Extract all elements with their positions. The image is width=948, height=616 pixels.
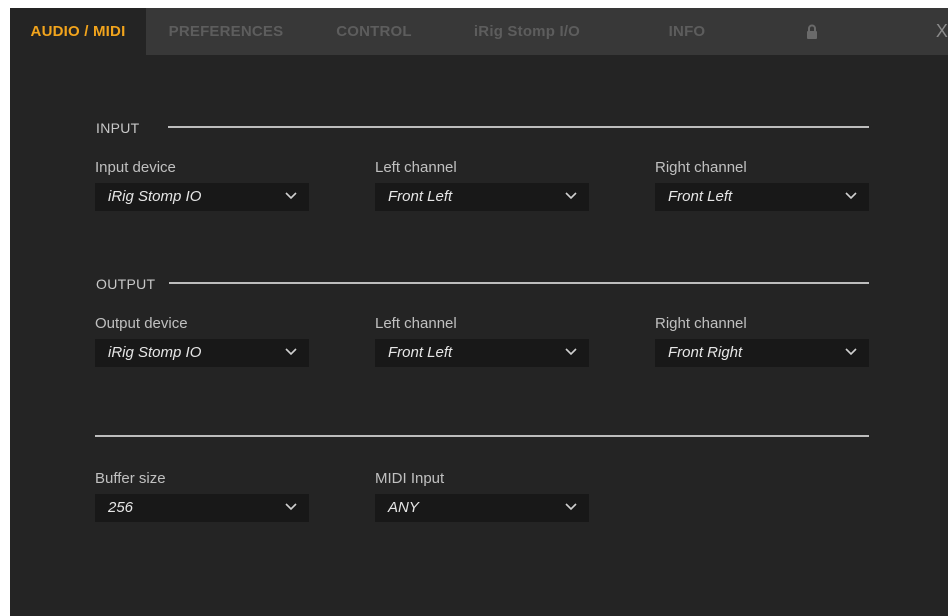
buffer-size-label: Buffer size: [95, 470, 166, 487]
input-right-channel-select[interactable]: Front Left: [655, 183, 869, 211]
input-right-channel-label: Right channel: [655, 159, 747, 176]
close-button[interactable]: X: [922, 8, 948, 55]
midi-input-label: MIDI Input: [375, 470, 445, 487]
chevron-down-icon: [565, 503, 577, 511]
buffer-size-select[interactable]: 256: [95, 494, 309, 522]
chevron-down-icon: [285, 192, 297, 200]
midi-input-value: ANY: [388, 499, 419, 516]
tab-preferences[interactable]: PREFERENCES: [146, 8, 306, 55]
tab-lock[interactable]: [762, 8, 862, 55]
input-left-channel-select[interactable]: Front Left: [375, 183, 589, 211]
input-left-channel-value: Front Left: [388, 188, 453, 205]
input-device-select[interactable]: iRig Stomp IO: [95, 183, 309, 211]
input-left-channel-label: Left channel: [375, 159, 457, 176]
input-device-value: iRig Stomp IO: [108, 188, 202, 205]
output-right-channel-label: Right channel: [655, 315, 747, 332]
chevron-down-icon: [285, 348, 297, 356]
input-right-channel-value: Front Left: [668, 188, 733, 205]
buffer-size-value: 256: [108, 499, 134, 516]
output-left-channel-select[interactable]: Front Left: [375, 339, 589, 367]
general-section-divider: [95, 435, 869, 437]
chevron-down-icon: [565, 348, 577, 356]
chevron-down-icon: [845, 192, 857, 200]
chevron-down-icon: [565, 192, 577, 200]
chevron-down-icon: [285, 503, 297, 511]
input-section-divider: [168, 126, 869, 128]
output-device-select[interactable]: iRig Stomp IO: [95, 339, 309, 367]
output-right-channel-select[interactable]: Front Right: [655, 339, 869, 367]
output-device-value: iRig Stomp IO: [108, 344, 202, 361]
output-right-channel-value: Front Right: [668, 344, 743, 361]
output-left-channel-value: Front Left: [388, 344, 453, 361]
tab-bar: AUDIO / MIDI PREFERENCES CONTROL iRig St…: [10, 8, 948, 55]
output-device-label: Output device: [95, 315, 188, 332]
input-section-label: INPUT: [96, 120, 140, 136]
lock-icon: [807, 24, 817, 39]
tab-control[interactable]: CONTROL: [306, 8, 442, 55]
output-left-channel-label: Left channel: [375, 315, 457, 332]
input-device-label: Input device: [95, 159, 176, 176]
output-section-label: OUTPUT: [96, 276, 156, 292]
midi-input-select[interactable]: ANY: [375, 494, 589, 522]
tab-info[interactable]: INFO: [612, 8, 762, 55]
tab-irig-stomp-io[interactable]: iRig Stomp I/O: [442, 8, 612, 55]
audio-midi-settings-window: AUDIO / MIDI PREFERENCES CONTROL iRig St…: [10, 8, 948, 616]
chevron-down-icon: [845, 348, 857, 356]
tab-audio-midi[interactable]: AUDIO / MIDI: [10, 8, 146, 55]
output-section-divider: [169, 282, 869, 284]
